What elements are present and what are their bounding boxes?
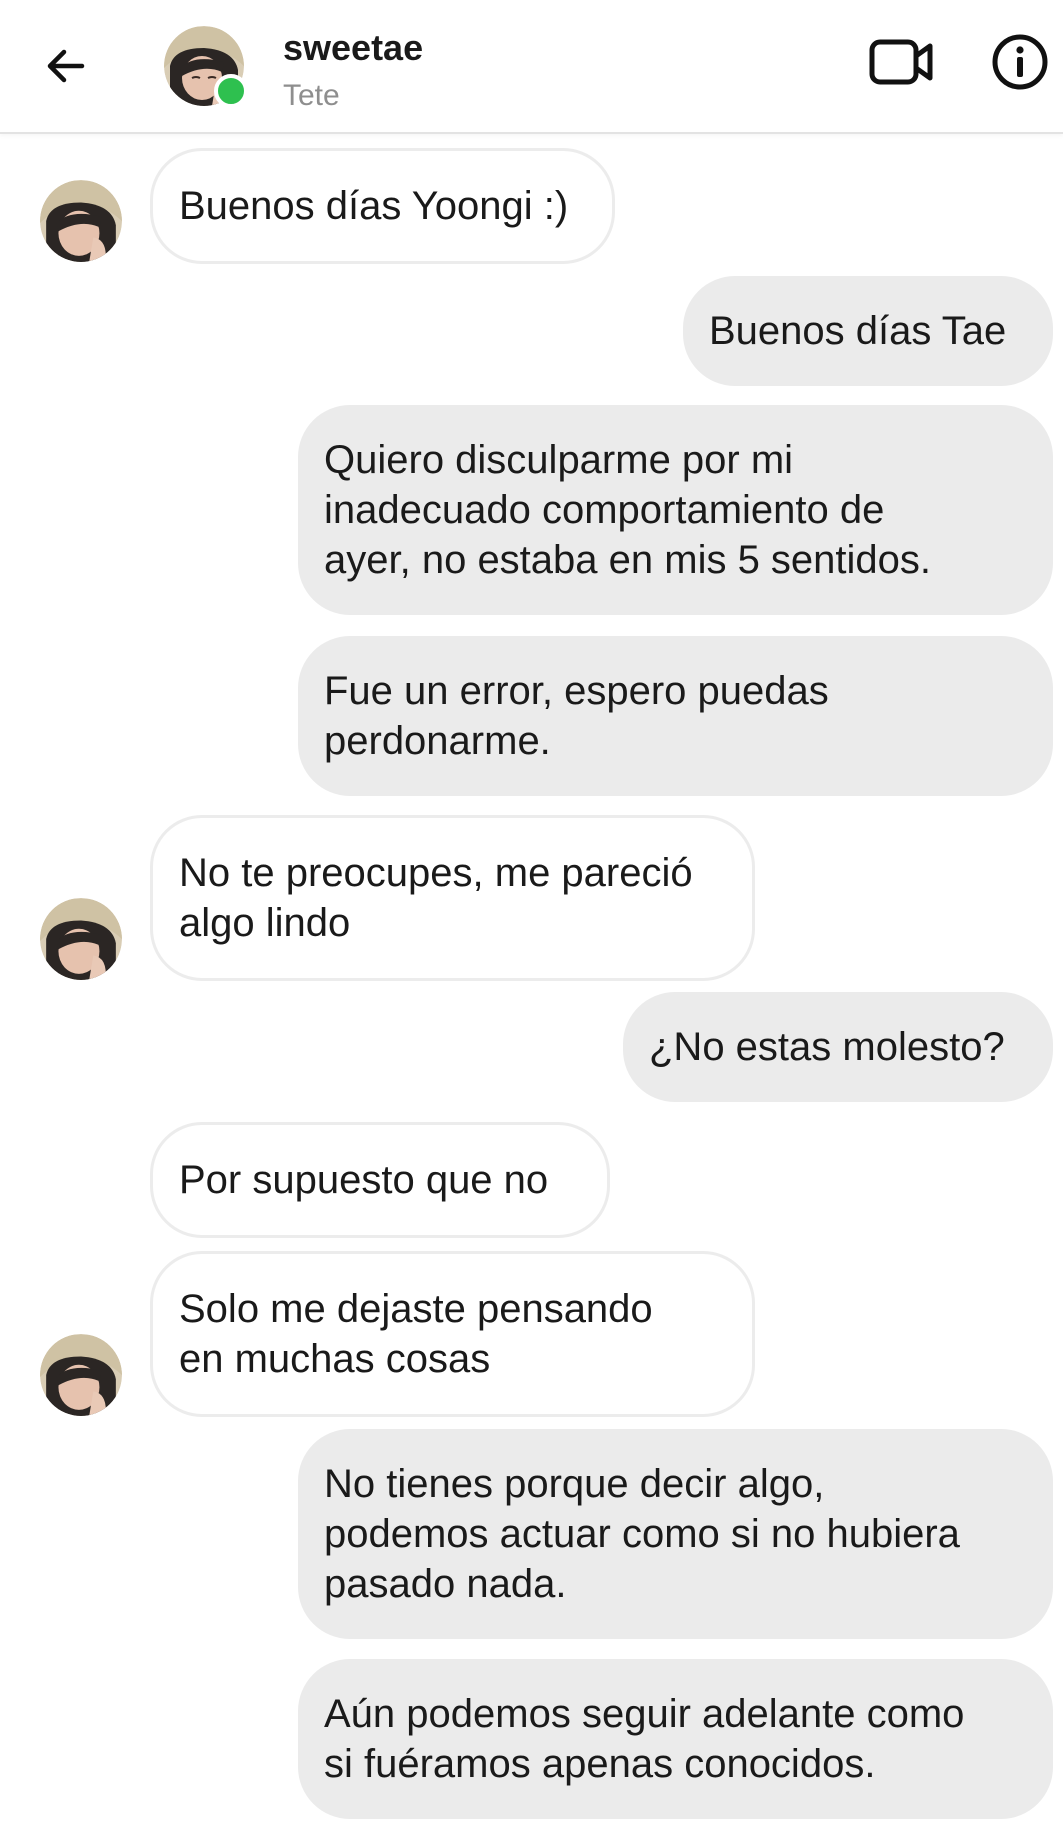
outgoing-message[interactable]: Quiero disculparme por mi inadecuado com… <box>298 405 1053 615</box>
incoming-message[interactable]: No te preocupes, me pareció algo lindo <box>150 815 755 981</box>
contact-subtitle: Tete <box>283 79 340 112</box>
info-icon <box>992 34 1048 90</box>
avatar-image <box>40 180 122 262</box>
outgoing-message[interactable]: Buenos días Tae <box>683 276 1053 386</box>
incoming-message[interactable]: Buenos días Yoongi :) <box>150 148 615 264</box>
sender-avatar[interactable] <box>40 180 122 262</box>
outgoing-message[interactable]: Aún podemos seguir adelante como si fuér… <box>298 1659 1053 1819</box>
chat-header: sweetae Tete <box>0 0 1063 134</box>
contact-name: sweetae <box>283 27 424 68</box>
contact-info[interactable]: sweetae Tete <box>283 28 423 114</box>
incoming-message[interactable]: Por supuesto que no <box>150 1122 610 1238</box>
video-camera-icon <box>869 39 933 85</box>
message-list[interactable]: Buenos días Yoongi :) Buenos días Tae Qu… <box>0 134 1063 1827</box>
sender-avatar[interactable] <box>40 1334 122 1416</box>
sender-avatar[interactable] <box>40 898 122 980</box>
avatar-image <box>40 898 122 980</box>
outgoing-message[interactable]: ¿No estas molesto? <box>623 992 1053 1102</box>
arrow-left-icon <box>47 49 85 83</box>
outgoing-message[interactable]: Fue un error, espero puedas perdonarme. <box>298 636 1053 796</box>
online-status-dot <box>214 74 248 108</box>
back-button[interactable] <box>38 38 94 94</box>
info-button[interactable] <box>990 32 1050 92</box>
contact-avatar[interactable] <box>164 26 248 108</box>
incoming-message[interactable]: Solo me dejaste pensando en muchas cosas <box>150 1251 755 1417</box>
outgoing-message[interactable]: No tienes porque decir algo, podemos act… <box>298 1429 1053 1639</box>
video-call-button[interactable] <box>868 34 936 90</box>
avatar-image <box>40 1334 122 1416</box>
